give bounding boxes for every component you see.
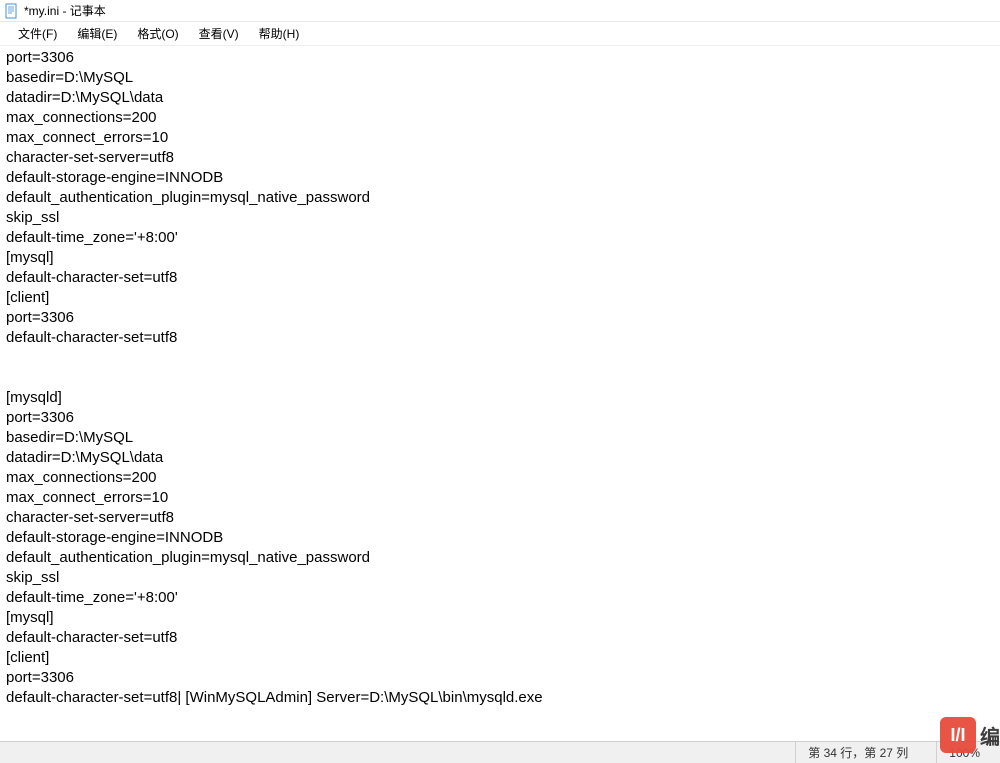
window-title: *my.ini - 记事本 [24, 2, 106, 19]
watermark-brand: 编 [980, 721, 1000, 750]
titlebar: *my.ini - 记事本 [0, 0, 1000, 22]
watermark: I/I 编 [940, 717, 1000, 753]
watermark-logo-icon: I/I [940, 717, 976, 753]
menu-file[interactable]: 文件(F) [8, 21, 67, 46]
menu-view[interactable]: 查看(V) [189, 21, 249, 46]
text-editor-content[interactable]: port=3306 basedir=D:\MySQL datadir=D:\My… [0, 46, 1000, 739]
menu-format[interactable]: 格式(O) [127, 21, 188, 46]
menu-help[interactable]: 帮助(H) [249, 21, 310, 46]
menubar: 文件(F) 编辑(E) 格式(O) 查看(V) 帮助(H) [0, 22, 1000, 46]
menu-edit[interactable]: 编辑(E) [67, 21, 127, 46]
cursor-position: 第 34 行，第 27 列 [795, 742, 920, 763]
notepad-icon [4, 3, 20, 19]
statusbar: 第 34 行，第 27 列 100% [0, 741, 1000, 763]
